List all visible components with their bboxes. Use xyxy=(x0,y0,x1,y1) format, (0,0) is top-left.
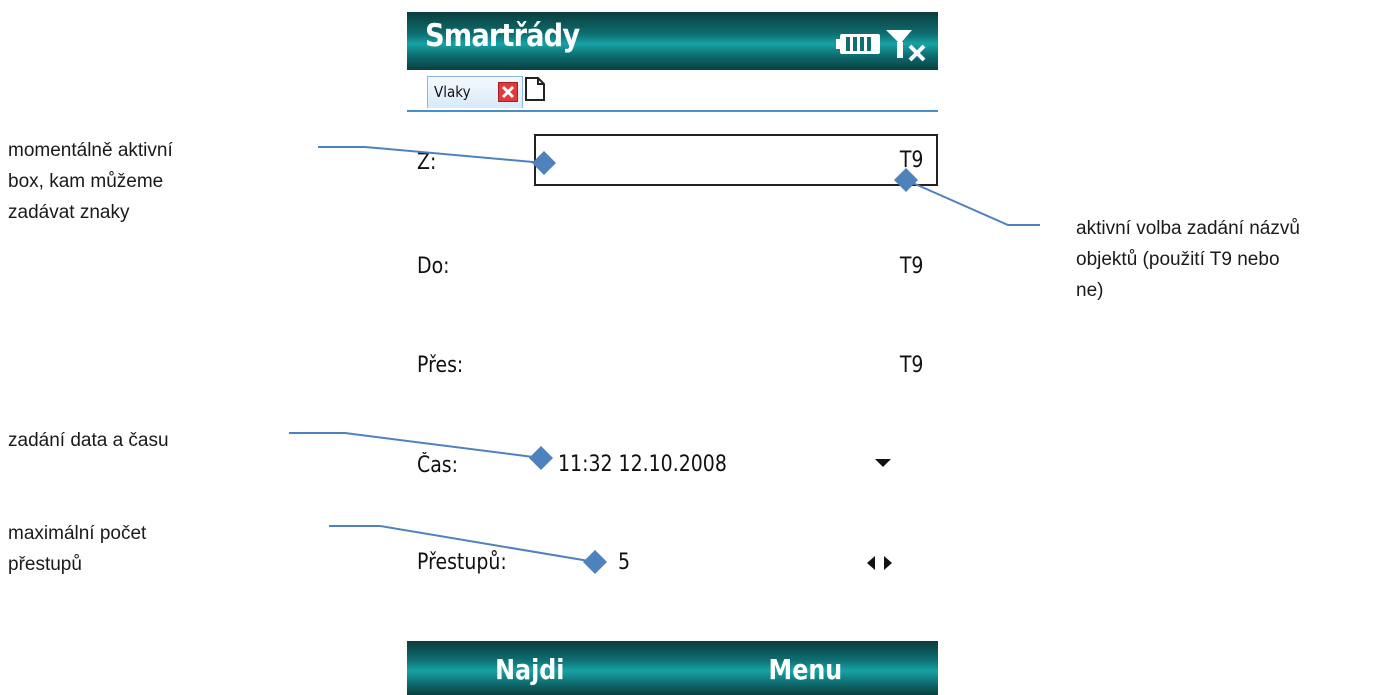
from-t9-toggle[interactable]: T9 xyxy=(899,148,923,173)
from-label: Z: xyxy=(417,150,437,175)
softkey-bar: Najdi Menu xyxy=(407,641,938,695)
phone-screen: Smartřády Vlaky Z: T9 Do: T9 Přes: T9 Ča… xyxy=(407,12,938,695)
time-label: Čas: xyxy=(417,453,459,478)
app-title: Smartřády xyxy=(425,18,580,54)
via-t9-toggle[interactable]: T9 xyxy=(899,353,923,378)
find-button[interactable]: Najdi xyxy=(495,653,564,686)
status-icons xyxy=(836,30,926,62)
annotation-t9-option: aktivní volba zadání názvů objektů (použ… xyxy=(1076,218,1300,301)
annotation-max-transfers: maximální počet přestupů xyxy=(8,523,147,575)
transfers-label: Přestupů: xyxy=(417,550,507,575)
transfers-value[interactable]: 5 xyxy=(618,550,630,575)
title-bar: Smartřády xyxy=(407,12,938,70)
from-input[interactable] xyxy=(534,134,938,186)
to-t9-toggle[interactable]: T9 xyxy=(899,254,923,279)
new-tab-icon[interactable] xyxy=(524,76,546,102)
time-value[interactable]: 11:32 12.10.2008 xyxy=(558,452,727,477)
close-icon[interactable] xyxy=(498,82,518,102)
tab-vlaky[interactable]: Vlaky xyxy=(427,76,523,108)
via-label: Přes: xyxy=(417,353,464,378)
increase-arrow-icon[interactable] xyxy=(884,556,892,570)
tab-label: Vlaky xyxy=(434,83,471,101)
to-label: Do: xyxy=(417,254,450,279)
tab-strip: Vlaky xyxy=(407,70,938,112)
no-signal-icon xyxy=(886,30,926,62)
battery-icon xyxy=(836,34,880,54)
decrease-arrow-icon[interactable] xyxy=(867,556,875,570)
annotation-active-box: momentálně aktivní box, kam můžeme zadáv… xyxy=(8,140,173,223)
dropdown-arrow-icon[interactable] xyxy=(875,459,891,467)
annotation-date-time: zadání data a času xyxy=(8,430,169,451)
menu-button[interactable]: Menu xyxy=(769,653,843,686)
